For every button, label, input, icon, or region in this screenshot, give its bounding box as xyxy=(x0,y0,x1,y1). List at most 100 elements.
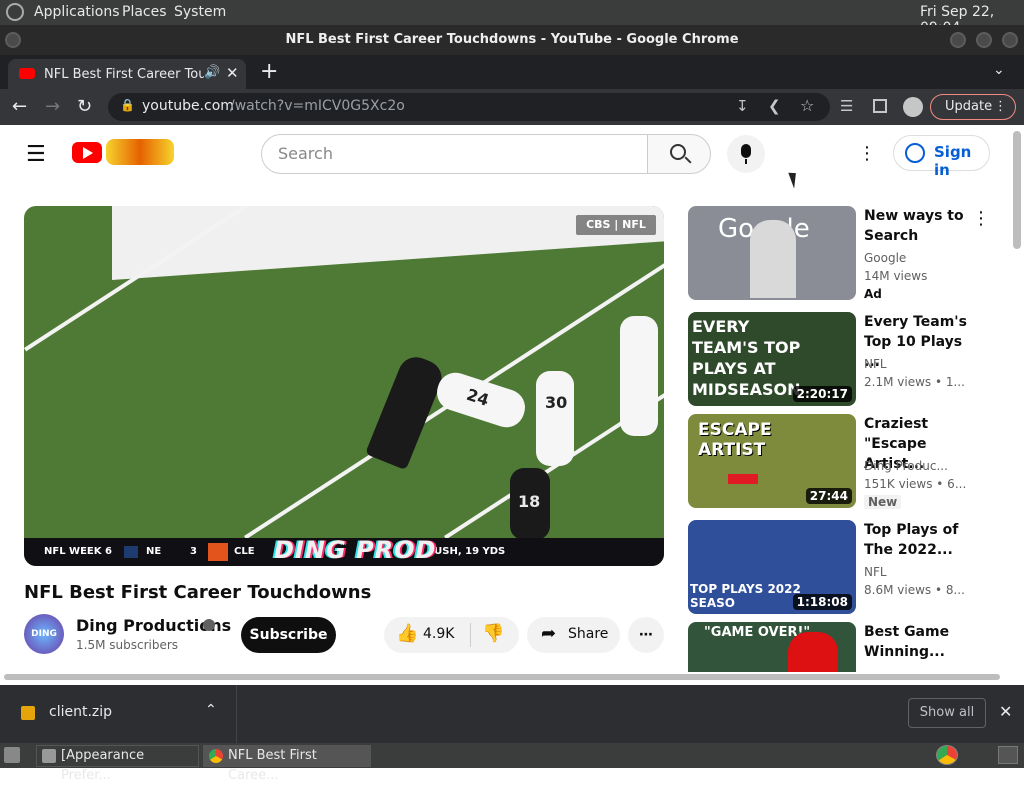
recommendation-item[interactable]: "GAME OVER!" Best Game Winning... xyxy=(688,622,988,672)
scorebug-week: NFL WEEK 6 xyxy=(44,546,112,557)
recommendation-item[interactable]: Google New ways to Search Google 14M vie… xyxy=(688,206,990,302)
search-button[interactable] xyxy=(647,134,711,174)
thumbnail-text: EVERY TEAM'S TOP PLAYS AT MIDSEASON xyxy=(692,317,801,399)
recommendation-meta: 14M views xyxy=(864,269,928,283)
recommendation-meta: 8.6M views • 8... xyxy=(864,583,965,597)
subscribe-button[interactable]: Subscribe xyxy=(241,617,336,653)
thumbnail-figure xyxy=(788,632,838,672)
recommendation-channel: NFL xyxy=(864,565,887,579)
address-bar[interactable]: 🔒 youtube.com /watch?v=mICV0G5Xc2o ↧ ❮ ☆ xyxy=(108,93,830,121)
video-title: NFL Best First Career Touchdowns xyxy=(24,582,372,603)
share-button[interactable]: ➦ Share xyxy=(527,617,620,653)
window-title: NFL Best First Career Touchdowns - YouTu… xyxy=(285,32,739,47)
recommendation-title[interactable]: New ways to Search xyxy=(864,206,968,246)
like-icon[interactable]: 👍 xyxy=(396,623,418,644)
lock-icon[interactable]: 🔒 xyxy=(120,98,135,112)
reload-icon[interactable]: ↻ xyxy=(77,96,92,117)
recommendation-item[interactable]: ESCAPE ARTIST 27:44 Craziest "Escape Art… xyxy=(688,414,988,510)
recommendation-meta: 2.1M views • 1... xyxy=(864,375,965,389)
minimize-button[interactable] xyxy=(950,32,966,48)
video-duration: 27:44 xyxy=(805,488,852,504)
window-titlebar[interactable]: NFL Best First Career Touchdowns - YouTu… xyxy=(0,25,1024,55)
menu-places[interactable]: Places xyxy=(122,4,167,20)
reading-list-icon[interactable]: ☰ xyxy=(840,97,853,115)
download-filename[interactable]: client.zip xyxy=(49,704,112,720)
maximize-button[interactable] xyxy=(976,32,992,48)
tab-title: NFL Best First Career Touc xyxy=(44,67,204,82)
subscriber-count: 1.5M subscribers xyxy=(76,638,179,652)
more-icon: ⋯ xyxy=(639,627,653,643)
menu-applications[interactable]: Applications xyxy=(34,4,120,20)
tab-active[interactable]: NFL Best First Career Touc 🔊 ✕ xyxy=(8,59,246,89)
settings-menu-icon[interactable]: ⋮ xyxy=(858,143,876,164)
show-desktop-icon[interactable] xyxy=(4,747,20,763)
window-menu-icon[interactable] xyxy=(5,32,21,48)
chrome-menu-icon[interactable]: ⋮ xyxy=(994,95,1007,119)
microphone-icon xyxy=(741,144,751,158)
recommendation-thumbnail[interactable]: Google xyxy=(688,206,856,300)
distro-logo-icon xyxy=(6,3,24,21)
update-label: Update xyxy=(945,99,993,114)
recommendation-thumbnail[interactable]: "GAME OVER!" xyxy=(688,622,856,672)
recommendation-thumbnail[interactable]: TOP PLAYS 2022 SEASO 1:18:08 xyxy=(688,520,856,614)
scorebug-score1: 3 xyxy=(190,546,197,557)
task-chrome[interactable]: NFL Best First Caree... xyxy=(203,745,371,783)
jersey-number: 18 xyxy=(518,492,541,511)
jersey-number: 24 xyxy=(464,384,492,410)
chrome-tray-icon[interactable] xyxy=(936,745,958,765)
update-button[interactable]: Update ⋮ xyxy=(930,94,1016,120)
search-input[interactable]: Search xyxy=(261,134,648,174)
share-page-icon[interactable]: ❮ xyxy=(768,97,781,115)
recommendation-thumbnail[interactable]: EVERY TEAM'S TOP PLAYS AT MIDSEASON 2:20… xyxy=(688,312,856,406)
share-icon: ➦ xyxy=(541,623,557,644)
recommendation-thumbnail[interactable]: ESCAPE ARTIST 27:44 xyxy=(688,414,856,508)
recommendation-meta: 151K views • 6... xyxy=(864,477,967,491)
defender-player xyxy=(620,316,658,436)
share-label: Share xyxy=(568,626,609,642)
ad-badge: Ad xyxy=(864,287,882,301)
voice-search-button[interactable] xyxy=(727,135,765,173)
download-options-icon[interactable]: ⌃ xyxy=(205,702,217,718)
side-panel-icon[interactable] xyxy=(873,99,887,113)
close-tab-icon[interactable]: ✕ xyxy=(226,64,239,82)
appearance-app-icon xyxy=(42,749,56,763)
more-actions-button[interactable]: ⋯ xyxy=(628,617,664,653)
youtube-doodle-logo[interactable] xyxy=(106,139,174,165)
recommendation-title[interactable]: Best Game Winning... xyxy=(864,622,968,662)
thumbnail-text: ESCAPE ARTIST xyxy=(698,420,772,460)
close-window-button[interactable] xyxy=(1002,32,1018,48)
forward-icon[interactable]: → xyxy=(45,96,60,117)
audio-playing-icon[interactable]: 🔊 xyxy=(204,65,220,80)
show-all-button[interactable]: Show all xyxy=(908,698,986,728)
hamburger-menu-icon[interactable]: ☰ xyxy=(26,142,46,167)
vertical-scrollbar[interactable] xyxy=(1013,131,1021,249)
task-appearance-preferences[interactable]: [Appearance Prefer... xyxy=(36,745,199,783)
close-downloads-icon[interactable]: ✕ xyxy=(999,702,1012,721)
sign-in-button[interactable]: Sign in xyxy=(893,135,990,179)
install-app-icon[interactable]: ↧ xyxy=(736,97,749,115)
divider xyxy=(236,685,237,743)
recommendation-title[interactable]: Top Plays of The 2022... xyxy=(864,520,968,560)
bookmark-star-icon[interactable]: ☆ xyxy=(800,96,814,115)
zip-file-icon xyxy=(21,706,35,720)
horizontal-scrollbar[interactable] xyxy=(4,674,1000,680)
menu-system[interactable]: System xyxy=(174,4,226,20)
profile-avatar-icon[interactable] xyxy=(903,97,923,117)
thumbnail-figure xyxy=(750,220,796,298)
dislike-icon[interactable]: 👎 xyxy=(482,623,504,644)
like-dislike-group: 👍 4.9K 👎 xyxy=(384,617,519,653)
team1-logo-icon xyxy=(124,546,138,558)
recommendation-item[interactable]: TOP PLAYS 2022 SEASO 1:18:08 Top Plays o… xyxy=(688,520,988,616)
video-player[interactable]: 24 30 18 CBS | NFL NFL WEEK 6 NE 3 CLE 5… xyxy=(24,206,664,566)
new-tab-icon[interactable]: + xyxy=(260,59,278,84)
channel-avatar[interactable]: DING xyxy=(24,614,64,654)
youtube-logo-icon[interactable] xyxy=(72,142,102,163)
back-icon[interactable]: ← xyxy=(12,96,27,117)
divider xyxy=(470,623,471,647)
recommendation-menu-icon[interactable]: ⋮ xyxy=(972,208,990,229)
recommendation-item[interactable]: EVERY TEAM'S TOP PLAYS AT MIDSEASON 2:20… xyxy=(688,312,988,408)
workspace-switcher[interactable] xyxy=(998,746,1018,764)
like-count[interactable]: 4.9K xyxy=(423,626,454,642)
recommendation-channel: Ding Produc... xyxy=(864,459,948,473)
tab-search-icon[interactable]: ⌄ xyxy=(993,62,1005,78)
